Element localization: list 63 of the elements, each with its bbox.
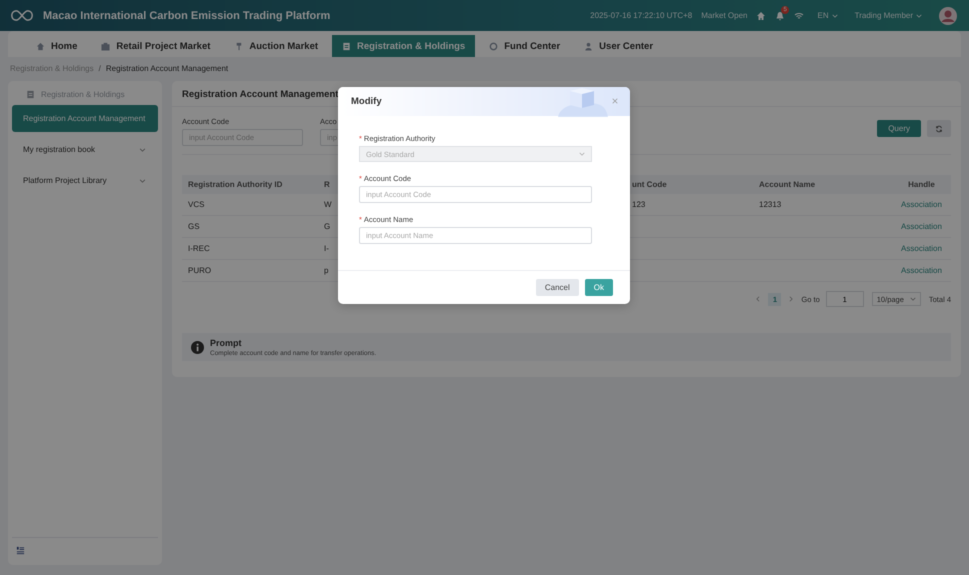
chevron-icon [916, 14, 922, 18]
sidebar-item[interactable]: Platform Project Library [12, 167, 158, 194]
cancel-button[interactable]: Cancel [536, 279, 579, 296]
language-dropdown[interactable]: EN [813, 11, 842, 20]
logo-icon [10, 8, 34, 23]
collapse-icon[interactable] [16, 546, 25, 555]
prompt-title: Prompt [210, 338, 242, 348]
user-menu[interactable]: Trading Member [850, 11, 926, 20]
bag-icon [101, 42, 110, 50]
table-cell: GS [188, 222, 200, 231]
nav-tab[interactable]: User Center [574, 35, 664, 57]
chevron-icon [579, 152, 585, 156]
table-cell: I- [324, 244, 329, 253]
nav-tab[interactable]: Retail Project Market [91, 35, 220, 57]
column-header: Account Name [759, 180, 816, 189]
query-button[interactable]: Query [877, 120, 921, 137]
nav-tab[interactable]: Home [26, 35, 88, 57]
house-icon [36, 42, 45, 50]
nav-tab[interactable]: Auction Market [224, 35, 328, 57]
association-link[interactable]: Association [901, 266, 942, 275]
document-icon [26, 90, 35, 98]
nav-tab[interactable]: Fund Center [479, 35, 570, 57]
table-cell: p [324, 266, 328, 275]
table-cell: G [324, 222, 330, 231]
datetime-text: 2025-07-16 17:22:10 UTC+8 [590, 11, 692, 20]
close-icon[interactable] [612, 98, 618, 104]
table-cell: 123 [632, 200, 646, 209]
association-link[interactable]: Association [901, 222, 942, 231]
chevron-icon [832, 14, 838, 18]
breadcrumb-item: Registration Account Management [106, 64, 228, 72]
refresh-icon [935, 124, 943, 132]
avatar[interactable] [939, 6, 957, 24]
refresh-button[interactable] [927, 120, 951, 137]
column-header: R [324, 180, 330, 189]
coin-icon [489, 42, 498, 50]
breadcrumb-separator: / [98, 64, 101, 72]
next-page-icon[interactable] [789, 296, 794, 302]
wifi-icon [794, 12, 804, 20]
table-cell: 12313 [759, 200, 782, 209]
modal-title: Modify [351, 96, 382, 107]
table-cell: W [324, 200, 332, 209]
column-header: Registration Authority ID [188, 180, 282, 189]
sidebar-item[interactable]: My registration book [12, 136, 158, 163]
chevron-icon [910, 297, 916, 301]
association-link[interactable]: Association [901, 200, 942, 209]
table-cell: VCS [188, 200, 204, 209]
bell-icon[interactable] [775, 10, 786, 20]
hammer-icon [234, 42, 244, 50]
table-cell: I-REC [188, 244, 210, 253]
home-icon[interactable] [756, 10, 766, 20]
person-icon [584, 42, 594, 50]
market-status: Market Open [701, 11, 748, 20]
column-header: unt Code [632, 180, 667, 189]
nav-tab[interactable]: Registration & Holdings [332, 35, 476, 57]
association-link[interactable]: Association [901, 244, 942, 253]
info-icon [191, 341, 204, 354]
previous-page-icon[interactable] [756, 296, 760, 302]
column-header: Handle [908, 180, 935, 189]
document-icon [342, 42, 352, 50]
ok-button[interactable]: Ok [584, 279, 613, 296]
sidebar-item[interactable]: Registration Account Management [12, 105, 158, 132]
table-cell: PURO [188, 266, 212, 275]
platform-title: Macao International Carbon Emission Trading Platform [43, 10, 330, 22]
